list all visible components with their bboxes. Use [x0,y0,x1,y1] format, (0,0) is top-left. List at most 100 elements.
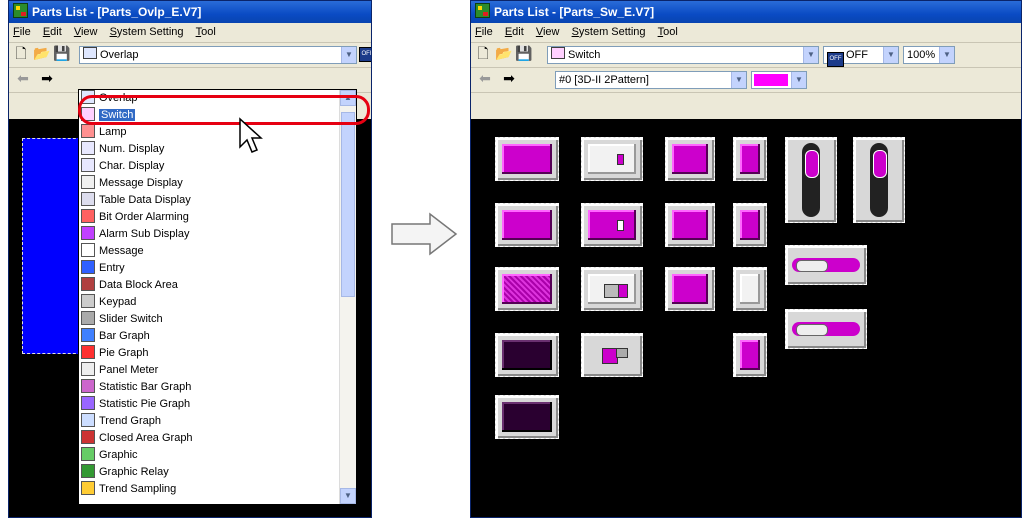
chevron-down-icon[interactable]: ▼ [803,47,818,63]
switch-part[interactable] [495,203,559,247]
scroll-thumb[interactable] [341,112,355,297]
dropdown-item-table-data[interactable]: Table Data Display [79,192,356,209]
menu-tool[interactable]: Tool [658,23,678,42]
new-file-icon[interactable]: 🗋 [13,46,29,62]
switch-part[interactable] [733,333,767,377]
dropdown-item-label: Statistic Bar Graph [99,381,192,393]
switch-highlight-ring [78,95,370,125]
dropdown-item-graphic-relay[interactable]: Graphic Relay [79,464,356,481]
dropdown-item-closed-area[interactable]: Closed Area Graph [79,430,356,447]
dropdown-item-message[interactable]: Message [79,243,356,260]
switch-part[interactable] [495,137,559,181]
slide-switch-part[interactable] [785,245,867,285]
chevron-down-icon[interactable]: ▼ [883,47,898,63]
slide-switch-part[interactable] [785,309,867,349]
alarm-sub-icon [81,226,95,240]
right-title-bar: Parts List - [Parts_Sw_E.V7] [471,1,1021,23]
menu-tool[interactable]: Tool [196,23,216,42]
switch-part[interactable] [495,267,559,311]
dropdown-item-slider[interactable]: Slider Switch [79,311,356,328]
menu-file[interactable]: File [13,23,31,42]
right-parts-list-window: Parts List - [Parts_Sw_E.V7] File Edit V… [470,0,1022,518]
off-icon: OFF [827,52,844,67]
right-nav-toolbar: ⬅ ➡ #0 [3D-II 2Pattern] ▼ ▼ [471,68,1021,93]
menu-file[interactable]: File [475,23,493,42]
parts-type-dropdown-list[interactable]: Overlap Switch Lamp Num. Display Char. Displ… [78,89,357,505]
chevron-down-icon[interactable]: ▼ [341,47,356,63]
chevron-down-icon[interactable]: ▼ [939,47,954,63]
color-combo[interactable]: ▼ [751,71,807,89]
message-display-icon [81,175,95,189]
switch-part[interactable] [733,137,767,181]
parts-type-combo[interactable]: Overlap ▼ [79,46,357,64]
menu-system-setting[interactable]: System Setting [110,23,184,42]
switch-part[interactable] [581,267,643,311]
menu-edit[interactable]: Edit [505,23,524,42]
dropdown-item-label: Graphic Relay [99,466,169,478]
dropdown-item-stat-pie[interactable]: Statistic Pie Graph [79,396,356,413]
forward-arrow-icon[interactable]: ➡ [39,71,55,87]
table-data-icon [81,192,95,206]
trend-sampling-icon [81,481,95,495]
parts-type-combo[interactable]: Switch ▼ [547,46,819,64]
num-display-icon [81,141,95,155]
dropdown-item-trend-graph[interactable]: Trend Graph [79,413,356,430]
switch-part[interactable] [665,267,715,311]
scroll-down-icon[interactable]: ▼ [340,488,356,504]
dropdown-item-stat-bar[interactable]: Statistic Bar Graph [79,379,356,396]
open-folder-icon[interactable]: 📂 [33,46,50,62]
off-icon[interactable]: OFF [359,47,371,62]
dropdown-item-data-block[interactable]: Data Block Area [79,277,356,294]
off-state-combo[interactable]: OFF OFF ▼ [823,46,899,67]
toggle-switch-part[interactable] [785,137,837,223]
new-file-icon[interactable]: 🗋 [475,46,491,62]
dropdown-item-char-display[interactable]: Char. Display [79,158,356,175]
chevron-down-icon[interactable]: ▼ [731,72,746,88]
switch-part[interactable] [581,333,643,377]
keypad-icon [81,294,95,308]
save-icon[interactable]: 💾 [53,46,70,62]
dropdown-item-pie-graph[interactable]: Pie Graph [79,345,356,362]
switch-part[interactable] [495,395,559,439]
open-folder-icon[interactable]: 📂 [495,46,512,62]
pattern-combo[interactable]: #0 [3D-II 2Pattern] ▼ [555,71,747,89]
chevron-down-icon[interactable]: ▼ [791,72,806,88]
dropdown-item-num-display[interactable]: Num. Display [79,141,356,158]
dropdown-item-keypad[interactable]: Keypad [79,294,356,311]
toggle-switch-part[interactable] [853,137,905,223]
right-toolbar: 🗋 📂 💾 Switch ▼ OFF OFF ▼ 100% ▼ [471,43,1021,68]
dropdown-scrollbar[interactable]: ▲ ▼ [339,90,356,504]
mouse-pointer-icon [239,117,263,153]
back-arrow-icon[interactable]: ⬅ [15,71,31,87]
color-swatch [754,74,788,86]
dropdown-item-bar-graph[interactable]: Bar Graph [79,328,356,345]
zoom-combo[interactable]: 100% ▼ [903,46,955,64]
entry-icon [81,260,95,274]
dropdown-item-graphic[interactable]: Graphic [79,447,356,464]
dropdown-item-trend-sampling[interactable]: Trend Sampling [79,481,356,498]
dropdown-item-label: Char. Display [99,160,165,172]
dropdown-item-alarm-sub[interactable]: Alarm Sub Display [79,226,356,243]
menu-system-setting[interactable]: System Setting [572,23,646,42]
dropdown-item-panel-meter[interactable]: Panel Meter [79,362,356,379]
switch-part[interactable] [581,137,643,181]
dropdown-item-lamp[interactable]: Lamp [79,124,356,141]
switch-part[interactable] [665,203,715,247]
dropdown-item-entry[interactable]: Entry [79,260,356,277]
back-arrow-icon[interactable]: ⬅ [477,71,493,87]
dropdown-item-label: Closed Area Graph [99,432,193,444]
switch-part[interactable] [495,333,559,377]
dropdown-item-bit-order[interactable]: Bit Order Alarming [79,209,356,226]
menu-view[interactable]: View [74,23,98,42]
save-icon[interactable]: 💾 [515,46,532,62]
forward-arrow-icon[interactable]: ➡ [501,71,517,87]
switch-part[interactable] [733,267,767,311]
dropdown-item-label: Table Data Display [99,194,191,206]
menu-view[interactable]: View [536,23,560,42]
dropdown-item-message-display[interactable]: Message Display [79,175,356,192]
menu-edit[interactable]: Edit [43,23,62,42]
pattern-value: #0 [3D-II 2Pattern] [559,74,649,86]
switch-part[interactable] [733,203,767,247]
switch-part[interactable] [581,203,643,247]
switch-part[interactable] [665,137,715,181]
